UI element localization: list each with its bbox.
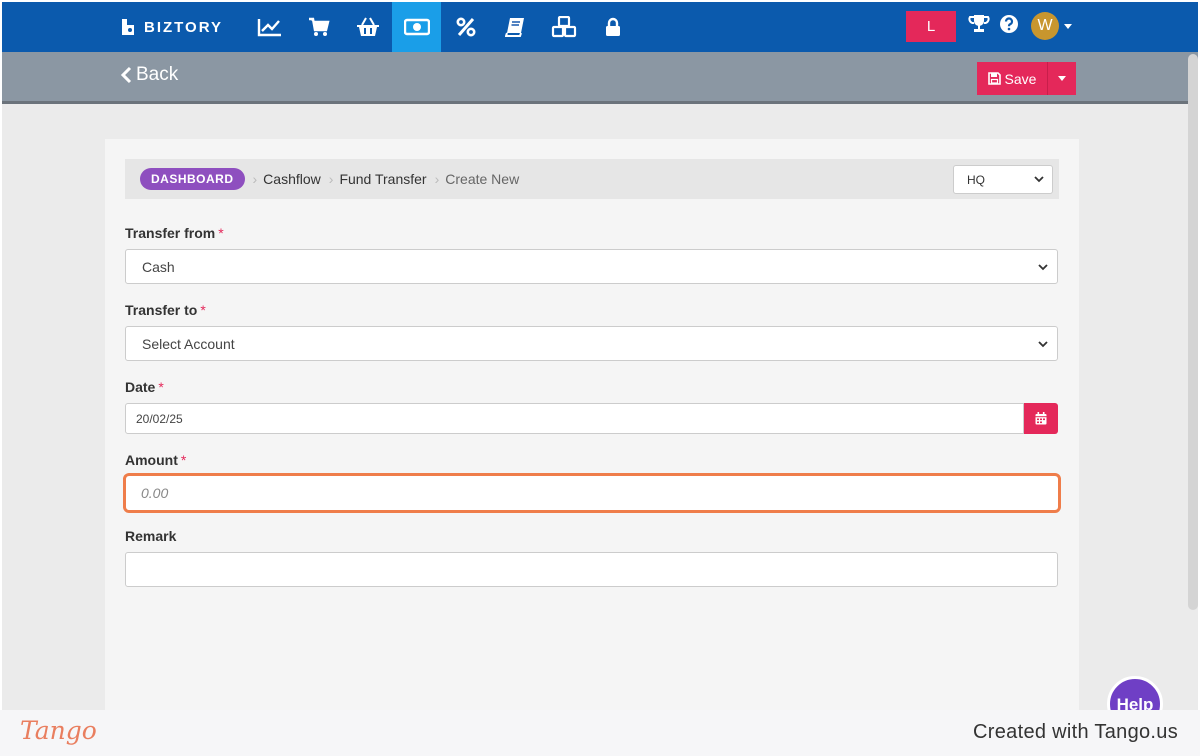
tango-footer: Tango Created with Tango.us [0, 710, 1200, 756]
amount-label: Amount * [125, 452, 186, 468]
save-options-dropdown[interactable] [1047, 62, 1076, 95]
breadcrumb-separator-icon: › [252, 171, 258, 187]
cart-icon [308, 17, 330, 36]
chevron-down-icon [1034, 176, 1044, 183]
breadcrumb-dashboard[interactable]: DASHBOARD [140, 168, 245, 190]
app-window: BIZTORY L W Back Save DASHBOARD › Cashfl… [2, 2, 1198, 710]
help-center-button[interactable] [999, 14, 1019, 34]
nav-accounting[interactable] [490, 2, 539, 52]
basket-icon [356, 17, 379, 36]
user-initial-badge[interactable]: L [906, 11, 956, 42]
nav-purchases[interactable] [343, 2, 392, 52]
lock-icon [605, 17, 620, 36]
amount-placeholder: 0.00 [141, 485, 169, 501]
chevron-down-icon [1038, 263, 1048, 270]
chevron-down-icon[interactable] [1064, 24, 1072, 29]
branch-select[interactable]: HQ [953, 165, 1053, 194]
back-label: Back [136, 64, 179, 85]
required-mark: * [180, 452, 187, 468]
breadcrumb-current: Create New [445, 171, 520, 187]
module-nav [245, 2, 637, 52]
date-picker-button[interactable] [1024, 403, 1058, 434]
breadcrumb-separator-icon: › [328, 171, 334, 187]
required-mark: * [200, 302, 206, 318]
amount-label-text: Amount [125, 452, 178, 468]
remark-label: Remark [125, 528, 176, 544]
question-circle-icon [1000, 15, 1018, 33]
nav-taxes[interactable] [441, 2, 490, 52]
breadcrumb-separator-icon: › [434, 171, 440, 187]
date-label-text: Date [125, 379, 156, 395]
back-button[interactable]: Back [120, 64, 178, 86]
nav-inventory[interactable] [539, 2, 588, 52]
achievements-button[interactable] [968, 14, 990, 34]
date-input[interactable]: 20/02/25 [125, 403, 1024, 434]
cubes-icon [551, 16, 576, 38]
breadcrumb: DASHBOARD › Cashflow › Fund Transfer › C… [125, 159, 1059, 199]
trophy-icon [968, 15, 990, 32]
top-navbar: BIZTORY L W [2, 2, 1198, 52]
floppy-disk-icon [987, 72, 1001, 85]
brand-name: BIZTORY [144, 18, 224, 36]
save-button[interactable]: Save [977, 62, 1047, 95]
breadcrumb-cashflow[interactable]: Cashflow [263, 171, 321, 187]
branch-select-value: HQ [967, 172, 985, 187]
nav-reports[interactable] [245, 2, 294, 52]
amount-input[interactable]: 0.00 [123, 473, 1061, 513]
nav-settings-lock[interactable] [588, 2, 637, 52]
money-icon [403, 18, 430, 36]
book-icon [504, 18, 524, 37]
user-avatar[interactable]: W [1031, 12, 1059, 40]
page-scrollbar[interactable] [1188, 54, 1198, 610]
transfer-from-label-text: Transfer from [125, 225, 216, 241]
transfer-to-placeholder: Select Account [142, 335, 235, 352]
remark-label-text: Remark [125, 528, 177, 544]
remark-input[interactable] [125, 552, 1058, 587]
transfer-from-label: Transfer from * [125, 225, 224, 241]
transfer-to-label-text: Transfer to [125, 302, 198, 318]
date-value: 20/02/25 [136, 411, 183, 426]
chevron-down-icon [1038, 340, 1048, 347]
breadcrumb-fund-transfer[interactable]: Fund Transfer [339, 171, 426, 187]
action-bar: Back Save [2, 52, 1198, 104]
tango-logo: Tango [20, 716, 97, 745]
form-card: DASHBOARD › Cashflow › Fund Transfer › C… [105, 139, 1079, 710]
required-mark: * [158, 379, 164, 395]
save-button-group: Save [977, 62, 1076, 95]
save-label: Save [1004, 70, 1037, 87]
date-label: Date * [125, 379, 164, 395]
transfer-from-select[interactable]: Cash [125, 249, 1058, 284]
calendar-icon [1035, 412, 1047, 425]
nav-sales[interactable] [294, 2, 343, 52]
transfer-to-select[interactable]: Select Account [125, 326, 1058, 361]
transfer-from-value: Cash [142, 258, 175, 275]
biztory-logo-icon [122, 19, 134, 35]
nav-cashflow[interactable] [392, 2, 441, 52]
created-with-text: Created with Tango.us [973, 721, 1178, 743]
required-mark: * [218, 225, 224, 241]
chevron-left-icon [120, 66, 132, 84]
chevron-down-icon [1058, 76, 1066, 81]
transfer-to-label: Transfer to * [125, 302, 206, 318]
chart-line-icon [257, 19, 281, 37]
percent-icon [455, 17, 476, 37]
brand-logo[interactable]: BIZTORY [118, 14, 223, 40]
